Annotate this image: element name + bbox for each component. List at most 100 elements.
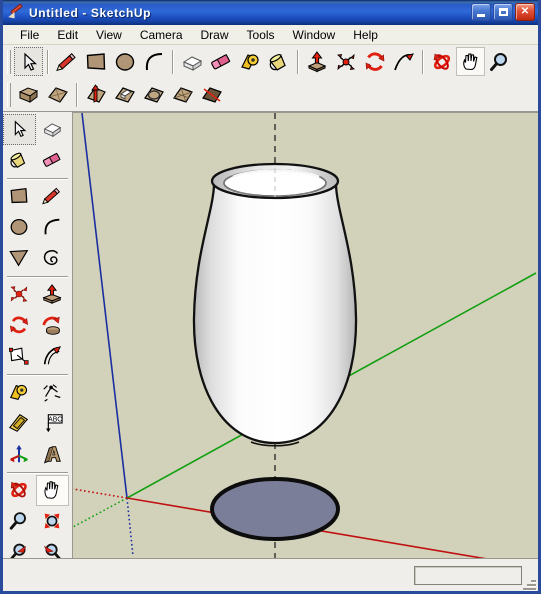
left-view-icon bbox=[170, 83, 196, 107]
menu-bar: File Edit View Camera Draw Tools Window … bbox=[3, 25, 538, 45]
menu-item-camera[interactable]: Camera bbox=[131, 26, 192, 44]
menu-item-view[interactable]: View bbox=[87, 26, 131, 44]
push-pull-tool[interactable] bbox=[302, 47, 331, 76]
left-toolbar-row bbox=[3, 279, 72, 310]
rotate-tool[interactable] bbox=[3, 310, 36, 341]
large-tool-set-toolbar: ABC bbox=[3, 112, 73, 558]
toolbar-separator bbox=[76, 82, 77, 107]
eraser-tool[interactable] bbox=[206, 47, 235, 76]
left-toolbar-row: ABC bbox=[3, 408, 72, 439]
bottom-view-button[interactable] bbox=[197, 80, 226, 109]
vase-model[interactable] bbox=[192, 162, 358, 558]
rotate-arrows-icon bbox=[362, 50, 388, 74]
scale-tool[interactable] bbox=[3, 341, 36, 372]
polygon-tool[interactable] bbox=[3, 243, 36, 274]
left-toolbar-row bbox=[3, 114, 72, 145]
arrow-cursor-icon bbox=[7, 118, 33, 142]
pencil-icon bbox=[40, 185, 66, 209]
freehand-icon bbox=[40, 247, 66, 271]
top-view-button[interactable] bbox=[43, 80, 72, 109]
component-box-icon bbox=[179, 50, 205, 74]
minimize-button[interactable] bbox=[471, 3, 491, 21]
menu-item-tools[interactable]: Tools bbox=[238, 26, 284, 44]
pan-tool[interactable] bbox=[456, 47, 485, 76]
select-tool[interactable] bbox=[14, 47, 43, 76]
push-pull-tool[interactable] bbox=[36, 279, 69, 310]
right-view-button[interactable] bbox=[110, 80, 139, 109]
dimension-tool[interactable] bbox=[36, 377, 69, 408]
menu-item-file[interactable]: File bbox=[11, 26, 48, 44]
follow-me-disc-icon bbox=[40, 314, 66, 338]
paint-bucket-tool[interactable] bbox=[264, 47, 293, 76]
drawing-canvas[interactable] bbox=[73, 112, 538, 558]
circle-tool[interactable] bbox=[110, 47, 139, 76]
tape-measure-icon bbox=[237, 50, 263, 74]
menu-item-window[interactable]: Window bbox=[284, 26, 345, 44]
arc-tool[interactable] bbox=[36, 212, 69, 243]
protractor-tool[interactable] bbox=[3, 408, 36, 439]
select-tool[interactable] bbox=[3, 114, 36, 145]
zoom-next-icon bbox=[40, 541, 66, 558]
line-tool[interactable] bbox=[52, 47, 81, 76]
follow-me-tool[interactable] bbox=[389, 47, 418, 76]
text-tool[interactable]: ABC bbox=[36, 408, 69, 439]
right-view-icon bbox=[112, 83, 138, 107]
move-tool[interactable] bbox=[3, 279, 36, 310]
title-bar: Untitled - SketchUp ✕ bbox=[3, 0, 538, 25]
left-view-button[interactable] bbox=[168, 80, 197, 109]
zoom-tool[interactable] bbox=[3, 506, 36, 537]
close-icon[interactable]: ✕ bbox=[515, 3, 535, 21]
freehand-tool[interactable] bbox=[36, 243, 69, 274]
pan-tool[interactable] bbox=[36, 475, 69, 506]
maximize-button[interactable] bbox=[493, 3, 513, 21]
toolbar-grip[interactable] bbox=[7, 49, 11, 74]
magnifier-icon bbox=[7, 510, 33, 534]
arc-icon bbox=[40, 216, 66, 240]
orbit-tool[interactable] bbox=[427, 47, 456, 76]
rectangle-tool[interactable] bbox=[3, 181, 36, 212]
paint-bucket-icon bbox=[7, 149, 33, 173]
make-component-tool[interactable] bbox=[36, 114, 69, 145]
rectangle-tool[interactable] bbox=[81, 47, 110, 76]
menu-item-draw[interactable]: Draw bbox=[192, 26, 238, 44]
menu-item-edit[interactable]: Edit bbox=[48, 26, 87, 44]
model-viewport[interactable] bbox=[73, 113, 537, 558]
menu-item-help[interactable]: Help bbox=[344, 26, 387, 44]
resize-grip-icon[interactable] bbox=[522, 576, 536, 590]
tape-measure-tool[interactable] bbox=[3, 377, 36, 408]
front-view-button[interactable] bbox=[81, 80, 110, 109]
back-view-button[interactable] bbox=[139, 80, 168, 109]
left-toolbar-row bbox=[3, 310, 72, 341]
rotate-tool[interactable] bbox=[360, 47, 389, 76]
rectangle-icon bbox=[83, 50, 109, 74]
eraser-tool[interactable] bbox=[36, 145, 69, 176]
3d-text-tool[interactable] bbox=[36, 439, 69, 470]
iso-view-button[interactable] bbox=[14, 80, 43, 109]
zoom-tool[interactable] bbox=[485, 47, 514, 76]
line-tool[interactable] bbox=[36, 181, 69, 212]
tape-measure-tool[interactable] bbox=[235, 47, 264, 76]
pencil-icon bbox=[54, 50, 80, 74]
arc-tool[interactable] bbox=[139, 47, 168, 76]
polygon-icon bbox=[7, 247, 33, 271]
move-tool[interactable] bbox=[331, 47, 360, 76]
follow-me-icon bbox=[391, 50, 417, 74]
axes-tool[interactable] bbox=[3, 439, 36, 470]
make-component-tool[interactable] bbox=[177, 47, 206, 76]
orbit-icon bbox=[7, 479, 33, 503]
push-pull-icon bbox=[40, 283, 66, 307]
toolbar-separator bbox=[297, 49, 298, 74]
circle-tool[interactable] bbox=[3, 212, 36, 243]
offset-tool[interactable] bbox=[36, 341, 69, 372]
window-controls: ✕ bbox=[471, 3, 535, 21]
orbit-tool[interactable] bbox=[3, 475, 36, 506]
measurements-input[interactable] bbox=[414, 565, 522, 585]
follow-me-tool[interactable] bbox=[36, 310, 69, 341]
paint-bucket-tool[interactable] bbox=[3, 145, 36, 176]
pencil-icon bbox=[8, 3, 25, 21]
vase-body bbox=[192, 183, 358, 445]
toolbar-grip[interactable] bbox=[7, 82, 11, 107]
zoom-window-tool[interactable] bbox=[36, 506, 69, 537]
previous-view-tool[interactable] bbox=[3, 537, 36, 558]
next-view-tool[interactable] bbox=[36, 537, 69, 558]
